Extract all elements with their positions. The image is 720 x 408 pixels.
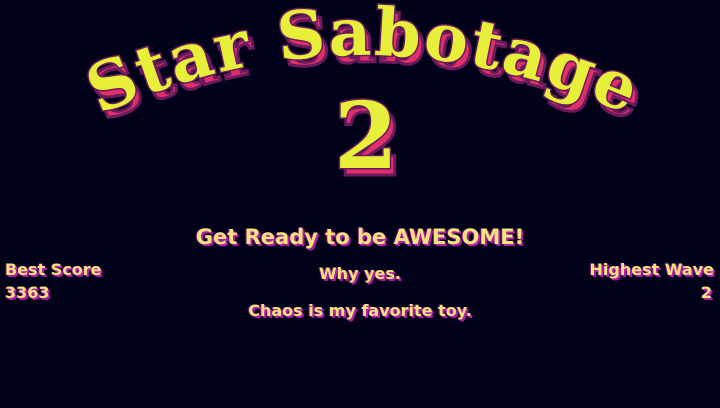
game-start-screen[interactable]: Star Sabotage Star Sabotage 2 2 Get Read… xyxy=(0,0,720,408)
flavor-text-line-2: Chaos is my favorite toy. xyxy=(248,301,472,320)
best-score-label: Best Score xyxy=(5,260,102,279)
highest-wave-label: Highest Wave xyxy=(589,260,714,279)
tagline: Get Ready to be AWESOME! xyxy=(195,225,525,249)
highest-wave-value: 2 xyxy=(700,283,712,302)
game-title-logo: Star Sabotage Star Sabotage 2 2 xyxy=(74,0,657,190)
best-score-value: 3363 xyxy=(5,283,50,302)
title-number: 2 xyxy=(334,82,398,190)
